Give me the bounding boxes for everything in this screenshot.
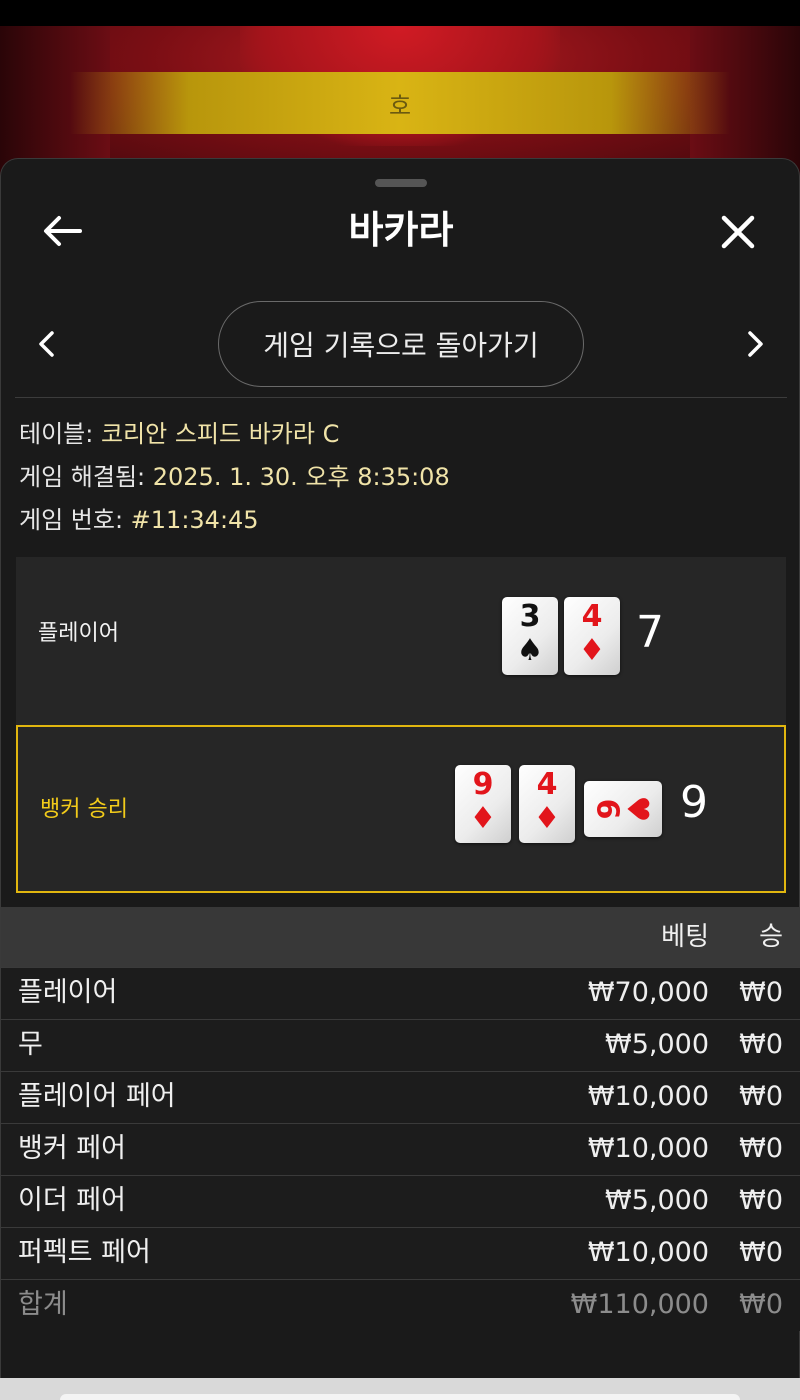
page-title: 바카라 [348,208,454,252]
bet-row: 플레이어 ₩70,000 ₩0 [1,967,800,1019]
next-game-button[interactable] [741,329,771,359]
spade-icon: ♠ [516,633,544,668]
game-number-label: 게임 번호: [19,506,131,534]
bet-name: 이더 페어 [18,1185,126,1216]
win-amount: ₩0 [739,1133,783,1164]
home-indicator [60,1394,740,1400]
arrow-left-icon [44,216,82,246]
card-rank: 4 [536,767,558,802]
bet-row: 퍼펙트 페어 ₩10,000 ₩0 [1,1227,800,1279]
resolved-label: 게임 해결됨: [19,463,153,491]
card-rank: 3 [519,599,541,634]
win-amount: ₩0 [739,1029,783,1060]
card-rank: 4 [581,599,603,634]
divider [15,397,787,398]
total-win-amount: ₩0 [739,1289,783,1320]
bet-name: 뱅커 페어 [18,1133,126,1164]
bet-name: 플레이어 페어 [18,1081,176,1112]
player-card-1: 3 ♠ [502,597,558,675]
player-hand-label: 플레이어 [38,621,119,646]
table-value: 코리안 스피드 바카라 C [100,420,340,448]
win-amount: ₩0 [739,1185,783,1216]
game-number-info: 게임 번호: #11:34:45 [19,505,259,535]
win-amount: ₩0 [739,1237,783,1268]
total-label: 합계 [18,1289,68,1320]
bet-amount: ₩5,000 [605,1185,709,1216]
back-button[interactable] [39,211,85,251]
banker-card-1: 9 ♦ [455,765,511,843]
game-details-sheet: 바카라 게임 기록으로 돌아가기 테이블: 코리안 스피드 바카라 C 게임 해… [0,158,800,1400]
status-strip [0,0,800,26]
bet-column-header: 베팅 [661,922,709,952]
resolved-info: 게임 해결됨: 2025. 1. 30. 오후 8:35:08 [19,462,450,492]
table-info: 테이블: 코리안 스피드 바카라 C [19,419,339,449]
diamond-icon: ♦ [469,801,497,836]
chevron-left-icon [39,331,54,357]
chevron-right-icon [748,331,763,357]
road-banner: 호 [70,72,730,134]
close-icon [721,215,755,249]
bet-amount: ₩10,000 [587,1237,709,1268]
sheet-header: 바카라 [1,197,800,267]
bet-name: 무 [18,1029,43,1060]
close-button[interactable] [715,209,761,255]
heart-icon: ♥ [619,795,655,823]
bet-amount: ₩70,000 [587,977,709,1008]
road-banner-text: 호 [388,91,412,120]
game-number-value: #11:34:45 [130,506,259,534]
sheet-grabber[interactable] [375,179,427,187]
banker-hand: 뱅커 승리 9 ♦ 4 ♦ 6 ♥ 9 [16,725,786,893]
win-column-header: 승 [759,922,783,952]
bet-amount: ₩10,000 [587,1133,709,1164]
bottom-bar [0,1378,800,1400]
resolved-value: 2025. 1. 30. 오후 8:35:08 [152,463,450,491]
bet-name: 퍼펙트 페어 [18,1237,151,1268]
win-amount: ₩0 [739,1081,783,1112]
bets-table-header: 베팅 승 [1,907,800,967]
bet-row: 플레이어 페어 ₩10,000 ₩0 [1,1071,800,1123]
banker-card-3: 6 ♥ [584,781,662,837]
card-rank: 9 [472,767,494,802]
bet-row: 이더 페어 ₩5,000 ₩0 [1,1175,800,1227]
previous-game-button[interactable] [31,329,61,359]
game-navigation: 게임 기록으로 돌아가기 [1,299,800,389]
bet-name: 플레이어 [18,977,118,1008]
win-amount: ₩0 [739,977,783,1008]
banker-hand-label: 뱅커 승리 [40,797,128,822]
total-bet-amount: ₩110,000 [570,1289,709,1320]
bet-amount: ₩5,000 [605,1029,709,1060]
banker-score: 9 [680,777,708,828]
diamond-icon: ♦ [533,801,561,836]
player-score: 7 [636,607,664,658]
player-card-2: 4 ♦ [564,597,620,675]
player-hand: 플레이어 3 ♠ 4 ♦ 7 [16,557,786,725]
table-label: 테이블: [19,420,101,448]
bet-row: 무 ₩5,000 ₩0 [1,1019,800,1071]
banker-card-2: 4 ♦ [519,765,575,843]
back-to-history-button[interactable]: 게임 기록으로 돌아가기 [218,301,584,387]
card-rank: 6 [589,798,625,820]
bet-row: 뱅커 페어 ₩10,000 ₩0 [1,1123,800,1175]
bet-total-row: 합계 ₩110,000 ₩0 [1,1279,800,1331]
bet-amount: ₩10,000 [587,1081,709,1112]
diamond-icon: ♦ [578,633,606,668]
